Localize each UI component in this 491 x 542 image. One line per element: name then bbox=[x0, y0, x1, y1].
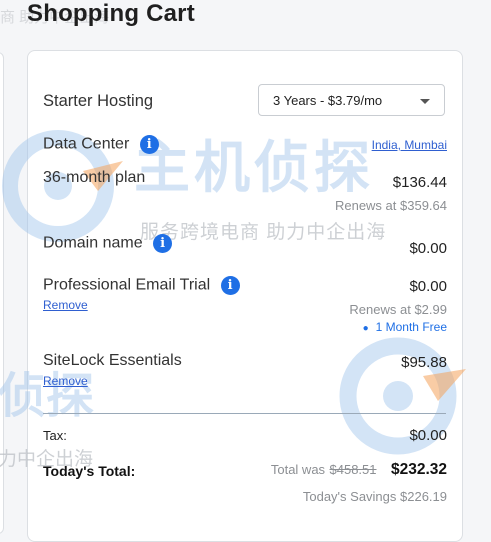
term-select[interactable]: 3 Years - $3.79/mo bbox=[258, 84, 445, 116]
plan-line-price: $136.44 bbox=[392, 174, 447, 191]
email-label: Professional Email Trial bbox=[43, 276, 211, 294]
cart-card: 主机侦探 服务跨境电商 助力中企出海 侦探 力中企出海 Starter Host… bbox=[0, 50, 466, 542]
email-row: Professional Email Trial i bbox=[43, 276, 240, 295]
plan-name: Starter Hosting bbox=[43, 92, 154, 110]
email-renews: Renews at $2.99 bbox=[349, 302, 447, 317]
previous-panel-edge bbox=[0, 52, 4, 534]
info-icon[interactable]: i bbox=[220, 276, 240, 295]
tax-value: $0.00 bbox=[409, 427, 447, 444]
total-was-value: $458.51 bbox=[329, 462, 377, 477]
plan-line-renews: Renews at $359.64 bbox=[334, 198, 447, 213]
total-row: Total was $458.51 $232.32 bbox=[271, 461, 447, 479]
data-center-link[interactable]: India, Mumbai bbox=[372, 138, 447, 152]
email-price: $0.00 bbox=[409, 278, 447, 295]
watermark-logo-icon-2 bbox=[339, 337, 466, 455]
total-was-prefix: Total was bbox=[270, 462, 326, 477]
info-icon[interactable]: i bbox=[153, 234, 173, 253]
watermark-slogan: 服务跨境电商 助力中企出海 bbox=[140, 222, 387, 243]
tag-icon: ● bbox=[362, 323, 369, 334]
data-center-row: Data Center i bbox=[43, 135, 159, 154]
plan-line-label: 36-month plan bbox=[43, 169, 146, 186]
savings-text: Today's Savings $226.19 bbox=[302, 489, 447, 504]
watermark-brand: 主机侦探 bbox=[134, 136, 374, 199]
domain-row: Domain name i bbox=[43, 234, 173, 253]
domain-label: Domain name bbox=[43, 234, 143, 252]
total-label: Today's Total: bbox=[43, 463, 136, 479]
sitelock-price: $95.88 bbox=[401, 354, 447, 371]
email-remove-link[interactable]: Remove bbox=[43, 298, 88, 312]
page-title: Shopping Cart bbox=[27, 0, 195, 27]
info-icon[interactable]: i bbox=[139, 135, 159, 154]
tax-label: Tax: bbox=[43, 428, 67, 443]
chevron-down-icon bbox=[420, 99, 430, 104]
term-select-value: 3 Years - $3.79/mo bbox=[273, 93, 383, 108]
sitelock-label: SiteLock Essentials bbox=[43, 352, 182, 369]
email-promo-text: 1 Month Free bbox=[375, 320, 447, 334]
data-center-label: Data Center bbox=[43, 135, 130, 153]
domain-price: $0.00 bbox=[409, 240, 447, 257]
sitelock-remove-link[interactable]: Remove bbox=[43, 374, 88, 388]
total-value: $232.32 bbox=[390, 461, 447, 478]
email-promo: ● 1 Month Free bbox=[363, 320, 447, 334]
summary-divider bbox=[43, 413, 446, 414]
